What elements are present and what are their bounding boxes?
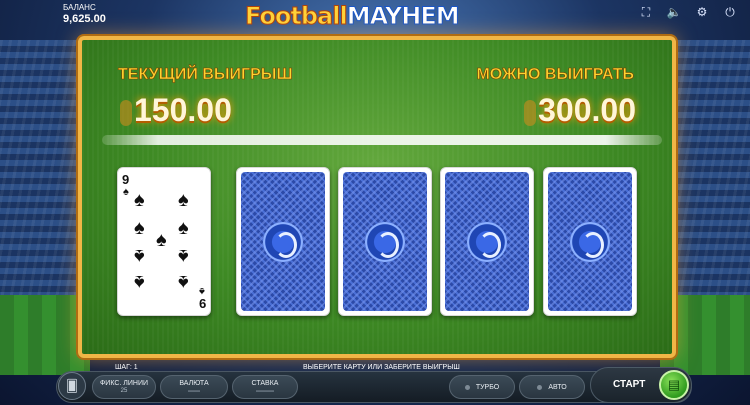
possible-win-value: 300.00: [538, 92, 636, 128]
hidden-card-2[interactable]: [338, 167, 432, 316]
card-suit-bottom: ♠: [199, 285, 205, 297]
collect-icon: 🂠: [65, 379, 79, 393]
spade-pip: ♠: [134, 189, 145, 211]
logo-word-mayhem: MAYHEM: [346, 2, 460, 31]
currency-selector[interactable]: ВАЛЮТА ▬▬: [160, 375, 228, 399]
top-icon-group: ⛶ 🔈 ⚙ ⏻: [638, 4, 738, 20]
spade-pip: ♠: [178, 271, 189, 293]
hidden-card-1[interactable]: [236, 167, 330, 316]
auto-radio-icon: [537, 384, 543, 390]
card-back-pattern: [445, 172, 529, 311]
chalk-divider: [102, 135, 662, 145]
lines-label: ФИКС. ЛИНИИ: [99, 380, 149, 387]
spade-pip: ♠: [178, 217, 189, 239]
card-back-pattern: [241, 172, 325, 311]
volume-icon[interactable]: 🔈: [666, 4, 682, 20]
currency-icon: [120, 99, 132, 126]
card-emblem-icon: [570, 221, 610, 262]
fullscreen-icon[interactable]: ⛶: [638, 4, 654, 20]
settings-icon[interactable]: ⚙: [694, 4, 710, 20]
hint-text: ВЫБЕРИТЕ КАРТУ ИЛИ ЗАБЕРИТЕ ВЫИГРЫШ: [303, 364, 460, 371]
current-win-label: ТЕКУЩИЙ ВЫИГРЫШ: [118, 66, 293, 84]
card-emblem-icon: [365, 221, 405, 262]
card-back-pattern: [548, 172, 632, 311]
start-label: СТАРТ: [613, 379, 646, 390]
cashout-button[interactable]: 🂠: [58, 372, 86, 400]
card-rank-bottom: 9: [198, 296, 206, 311]
bet-value: ▬▬▬: [256, 388, 274, 394]
dealer-card: 9 ♠ 9 ♠ ♠ ♠ ♠ ♠ ♠ ♠ ♠ ♠ ♠: [117, 167, 211, 316]
step-label: ШАГ: 1: [115, 364, 138, 371]
spade-pip: ♠: [156, 229, 167, 251]
possible-win-label: МОЖНО ВЫИГРАТЬ: [476, 66, 634, 84]
turbo-radio-icon: [464, 384, 470, 390]
card-rank-top: 9: [122, 172, 130, 187]
current-win-value: 150.00: [134, 92, 232, 128]
card-emblem-icon: [263, 221, 303, 262]
auto-toggle[interactable]: АВТО: [519, 375, 585, 399]
bet-selector[interactable]: СТАВКА ▬▬▬: [232, 375, 298, 399]
bet-label: СТАВКА: [251, 380, 279, 387]
game-board: ТЕКУЩИЙ ВЫИГРЫШ МОЖНО ВЫИГРАТЬ 150.00 30…: [78, 36, 676, 358]
turbo-label: ТУРБО: [475, 383, 500, 391]
currency-value: ▬▬: [188, 388, 200, 394]
game-logo: FootballMAYHEM: [245, 2, 461, 31]
lines-selector[interactable]: ФИКС. ЛИНИИ 25: [92, 375, 156, 399]
card-emblem-icon: [467, 221, 507, 262]
lines-value: 25: [120, 388, 128, 394]
spade-pip: ♠: [178, 189, 189, 211]
possible-win-amount: 300.00: [524, 92, 636, 129]
bottom-bar: ШАГ: 1 ВЫБЕРИТЕ КАРТУ ИЛИ ЗАБЕРИТЕ ВЫИГР…: [0, 361, 750, 405]
cash-stack-icon: ▤: [659, 370, 689, 400]
turbo-toggle[interactable]: ТУРБО: [449, 375, 515, 399]
hidden-card-4[interactable]: [543, 167, 637, 316]
currency-label: ВАЛЮТА: [179, 380, 209, 387]
spade-pip: ♠: [134, 245, 145, 267]
top-bar: БАЛАНС 9,625.00 FootballMAYHEM ⛶ 🔈 ⚙ ⏻: [0, 0, 750, 31]
hidden-card-3[interactable]: [440, 167, 534, 316]
spade-pip: ♠: [134, 217, 145, 239]
start-button[interactable]: СТАРТ ▤: [590, 367, 692, 403]
current-win-amount: 150.00: [120, 92, 232, 129]
logo-word-football: Football: [245, 2, 349, 31]
auto-label: АВТО: [548, 383, 567, 391]
currency-icon: [524, 99, 537, 126]
balance-label: БАЛАНС: [63, 3, 96, 12]
spade-pip: ♠: [178, 245, 189, 267]
card-back-pattern: [343, 172, 427, 311]
power-icon[interactable]: ⏻: [722, 4, 738, 20]
card-suit-top: ♠: [123, 186, 129, 198]
spade-pip: ♠: [134, 271, 145, 293]
balance-value: 9,625.00: [63, 13, 106, 25]
